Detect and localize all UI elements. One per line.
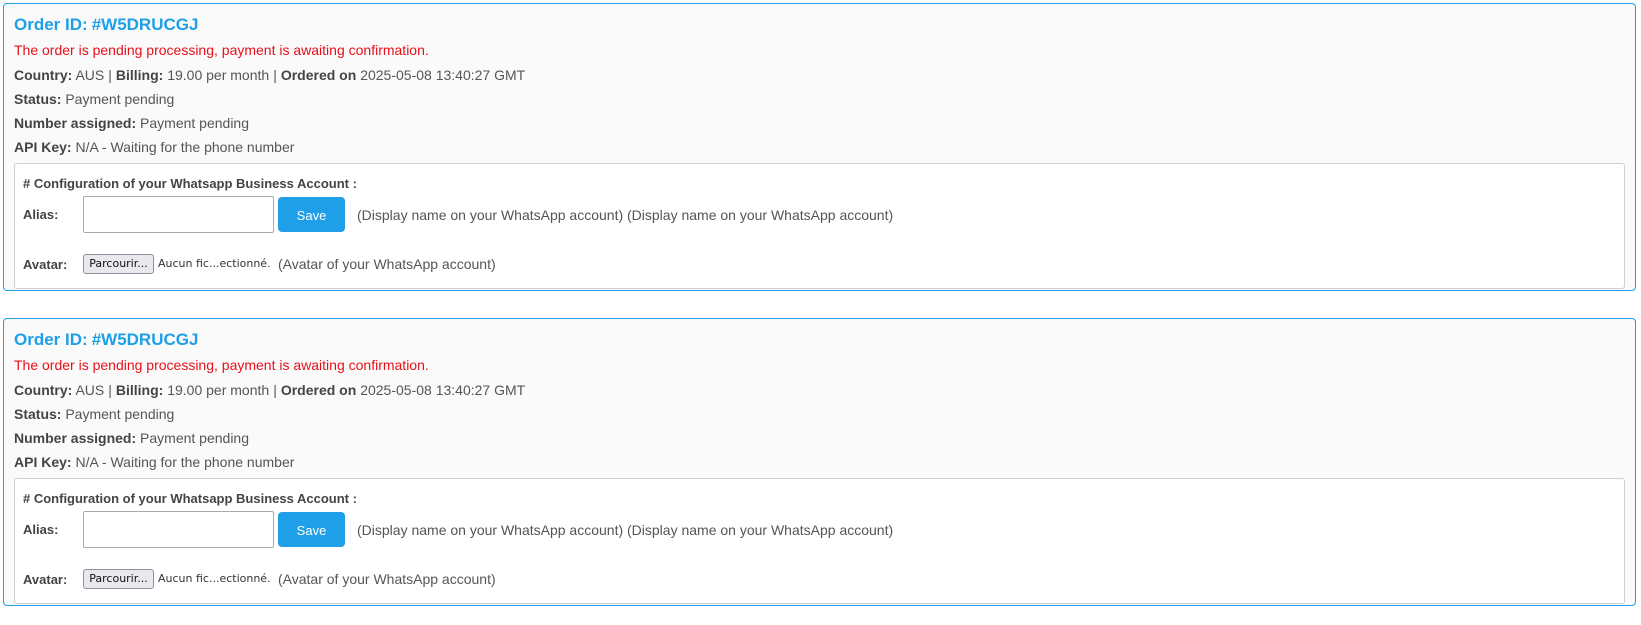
api-key-line: API Key: N/A - Waiting for the phone num… <box>14 453 294 471</box>
status-line: Status: Payment pending <box>14 405 174 423</box>
api-key-line: API Key: N/A - Waiting for the phone num… <box>14 138 294 156</box>
api-key-value: N/A - Waiting for the phone number <box>75 139 295 155</box>
separator: | <box>108 67 112 83</box>
order-title: Order ID: #W5DRUCGJ <box>14 15 198 35</box>
orders-list: Order ID: #W5DRUCGJ The order is pending … <box>0 0 1641 625</box>
status-line: Status: Payment pending <box>14 90 174 108</box>
whatsapp-config-panel: # Configuration of your Whatsapp Busines… <box>14 163 1625 289</box>
avatar-file-browse-button[interactable]: Parcourir... <box>83 569 154 589</box>
alias-hint: (Display name on your WhatsApp account) … <box>357 207 894 223</box>
country-value: AUS <box>75 382 105 398</box>
alias-label: Alias: <box>23 522 59 537</box>
order-id: #W5DRUCGJ <box>91 15 199 34</box>
order-card: Order ID: #W5DRUCGJ The order is pending … <box>3 318 1636 606</box>
order-summary-line: Country: AUS | Billing: 19.00 per month | Or… <box>14 66 525 84</box>
alias-input[interactable] <box>83 196 274 233</box>
avatar-label: Avatar: <box>23 257 68 272</box>
order-summary-line: Country: AUS | Billing: 19.00 per month | Or… <box>14 381 525 399</box>
ordered-on-label: Ordered on <box>280 382 357 398</box>
status-value: Payment pending <box>65 406 175 422</box>
config-title: # Configuration of your Whatsapp Busines… <box>23 176 357 191</box>
save-button[interactable]: Save <box>278 197 345 232</box>
number-assigned-label: Number assigned: <box>14 430 137 446</box>
alias-input[interactable] <box>83 511 274 548</box>
ordered-on-label: Ordered on <box>280 67 357 83</box>
country-label: Country: <box>14 382 73 398</box>
avatar-file-browse-button[interactable]: Parcourir... <box>83 254 154 274</box>
country-value: AUS <box>75 67 105 83</box>
billing-label: Billing: <box>115 382 164 398</box>
status-label: Status: <box>14 406 62 422</box>
file-status: Aucun fic...ectionné. <box>158 257 271 270</box>
pending-message: The order is pending processing, payment… <box>14 357 429 373</box>
config-title: # Configuration of your Whatsapp Busines… <box>23 491 357 506</box>
alias-label: Alias: <box>23 207 59 222</box>
separator: | <box>273 67 277 83</box>
api-key-label: API Key: <box>14 139 72 155</box>
country-label: Country: <box>14 67 73 83</box>
number-assigned-value: Payment pending <box>140 115 249 131</box>
avatar-hint: (Avatar of your WhatsApp account) <box>278 571 496 587</box>
order-id-label: Order ID: <box>14 330 88 349</box>
separator: | <box>273 382 277 398</box>
number-assigned-line: Number assigned: Payment pending <box>14 429 249 447</box>
ordered-on-value: 2025-05-08 13:40:27 GMT <box>360 67 526 83</box>
separator: | <box>108 382 112 398</box>
api-key-label: API Key: <box>14 454 72 470</box>
file-status: Aucun fic...ectionné. <box>158 572 271 585</box>
number-assigned-label: Number assigned: <box>14 115 137 131</box>
alias-hint: (Display name on your WhatsApp account) … <box>357 522 894 538</box>
order-id: #W5DRUCGJ <box>91 330 199 349</box>
avatar-hint: (Avatar of your WhatsApp account) <box>278 256 496 272</box>
number-assigned-value: Payment pending <box>140 430 249 446</box>
number-assigned-line: Number assigned: Payment pending <box>14 114 249 132</box>
pending-message: The order is pending processing, payment… <box>14 42 429 58</box>
avatar-label: Avatar: <box>23 572 68 587</box>
billing-value: 19.00 per month <box>167 67 270 83</box>
ordered-on-value: 2025-05-08 13:40:27 GMT <box>360 382 526 398</box>
whatsapp-config-panel: # Configuration of your Whatsapp Busines… <box>14 478 1625 604</box>
order-card: Order ID: #W5DRUCGJ The order is pending … <box>3 3 1636 291</box>
billing-label: Billing: <box>115 67 164 83</box>
status-value: Payment pending <box>65 91 175 107</box>
status-label: Status: <box>14 91 62 107</box>
save-button[interactable]: Save <box>278 512 345 547</box>
order-id-label: Order ID: <box>14 15 88 34</box>
billing-value: 19.00 per month <box>167 382 270 398</box>
order-title: Order ID: #W5DRUCGJ <box>14 330 198 350</box>
api-key-value: N/A - Waiting for the phone number <box>75 454 295 470</box>
